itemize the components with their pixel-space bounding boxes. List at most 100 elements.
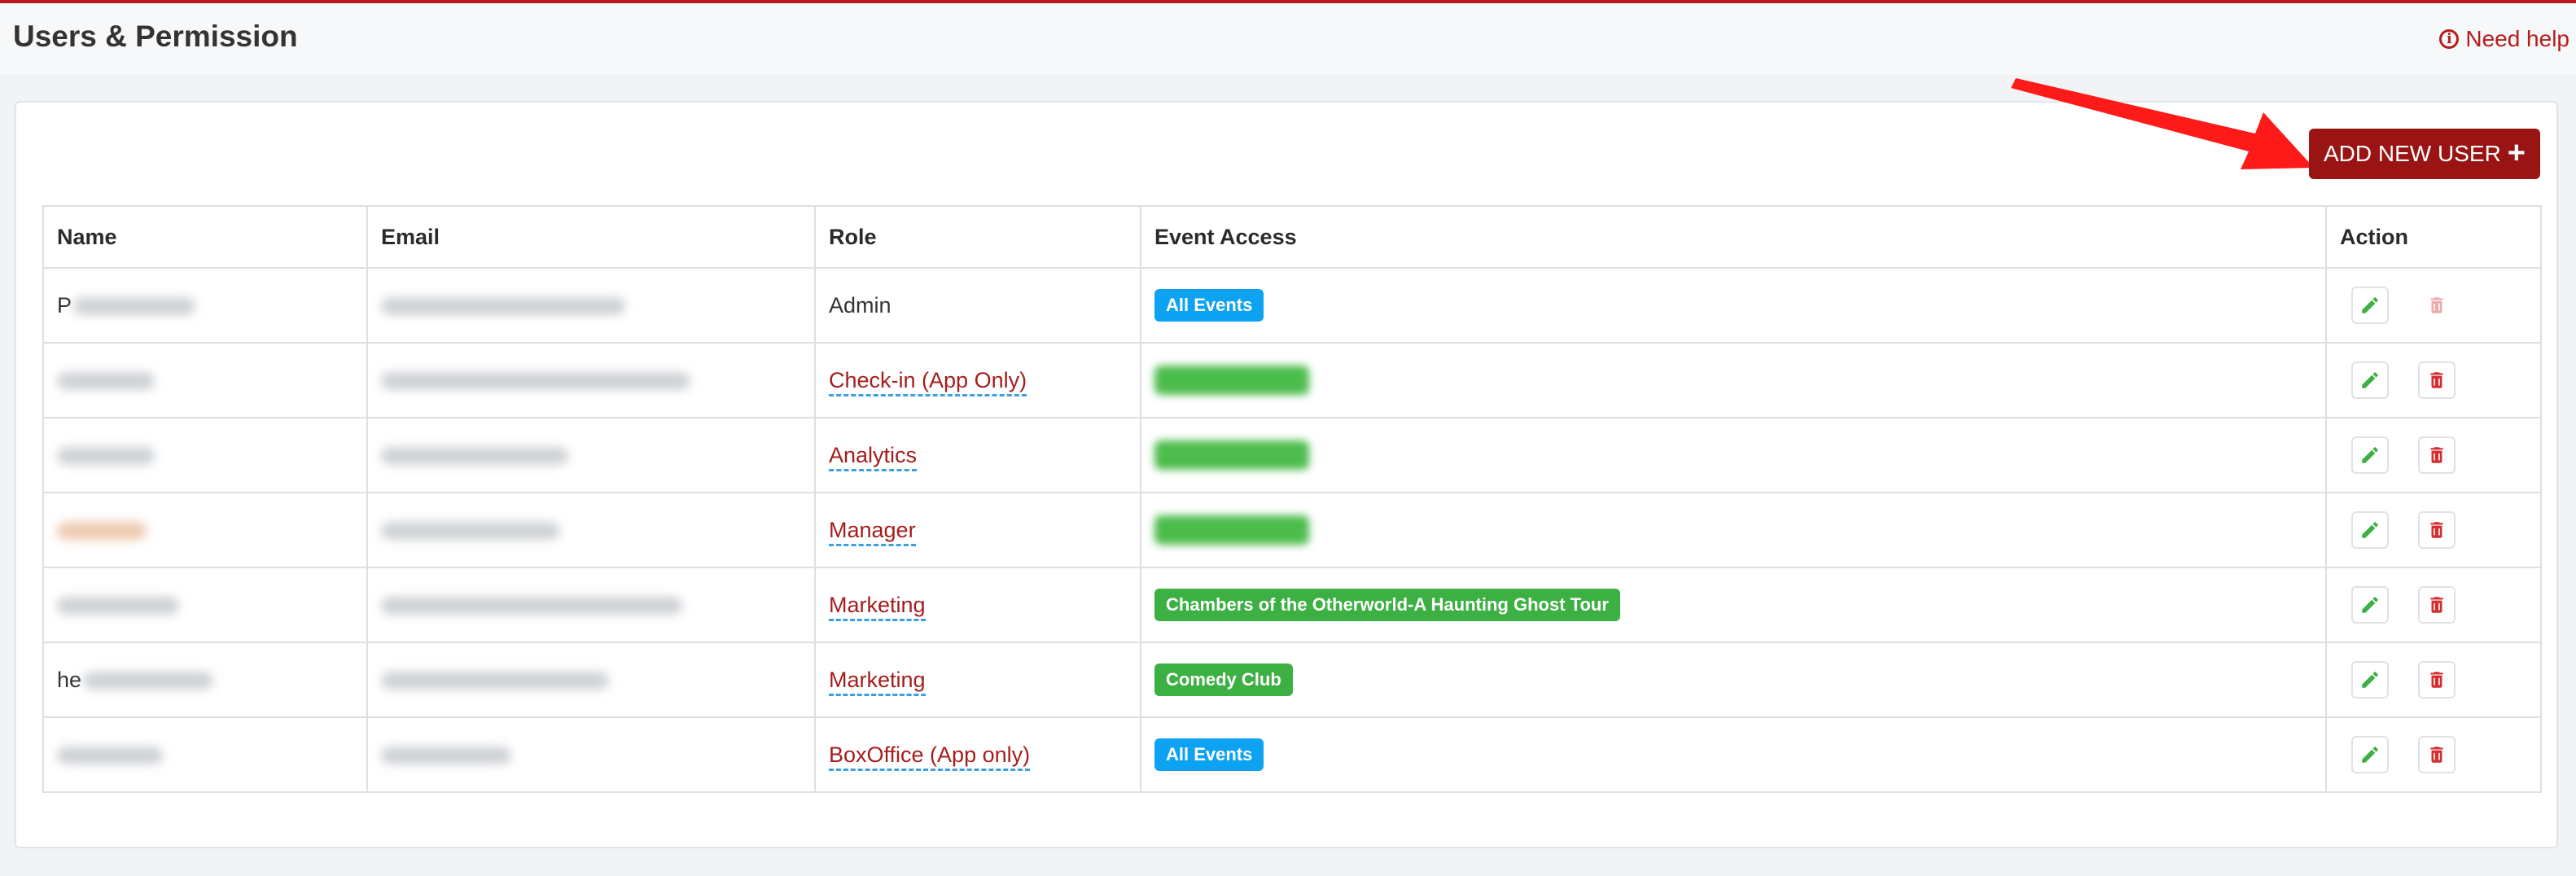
redacted-email [381,672,609,690]
redacted-name [57,597,179,615]
user-role-cell: Check-in (App Only) [814,342,1141,418]
redacted-email [381,372,690,391]
user-role-cell: Marketing [814,642,1141,718]
event-access-badge: Chambers of the Otherworld-A Haunting Gh… [1154,588,1620,622]
user-email-cell [366,267,816,344]
delete-button[interactable] [2417,361,2456,399]
need-help-label: Need help [2465,26,2569,51]
need-help-link[interactable]: i Need help [2439,26,2569,52]
user-email-cell [366,492,816,568]
event-access-cell: Comedy Club [1140,642,2327,718]
edit-button[interactable] [2351,511,2389,549]
event-access-cell: All Events [1140,716,2327,793]
trash-icon [2429,597,2443,613]
user-email-cell [366,567,816,643]
pencil-icon [2362,447,2378,463]
event-access-cell: All Events [1140,267,2327,344]
user-email-cell [366,716,816,793]
column-header-role: Role [814,205,1141,269]
role-link[interactable]: Marketing [829,667,926,696]
event-access-cell [1140,342,2327,418]
table-row: Check-in (App Only) [42,342,2542,418]
redacted-email [381,747,511,765]
column-header-event-access: Event Access [1140,205,2327,269]
redacted-email [381,297,625,316]
redacted-email [381,597,682,615]
user-name-visible: P [57,293,72,318]
edit-button[interactable] [2351,361,2389,399]
trash-icon [2429,522,2443,538]
redacted-email [381,447,568,466]
user-name-cell: he [42,642,368,718]
role-link[interactable]: Marketing [829,592,926,621]
page-header: Users & Permission i Need help [0,0,2576,75]
table-row: BoxOffice (App only) All Events [42,716,2542,793]
user-name-cell [42,716,368,793]
user-role-cell: BoxOffice (App only) [814,716,1141,793]
column-header-action: Action [2325,205,2542,269]
action-cell [2325,417,2542,493]
redacted-name [57,747,163,765]
edit-button[interactable] [2351,586,2389,624]
user-role-cell: Marketing [814,567,1141,643]
event-access-badge: All Events [1154,738,1264,772]
action-cell [2325,642,2542,718]
table-header-row: Name Email Role Event Access Action [42,205,2542,269]
column-header-email: Email [366,205,816,269]
event-access-cell [1140,417,2327,493]
action-cell [2325,267,2542,344]
users-table: Name Email Role Event Access Action P Ad… [42,205,2542,793]
edit-button[interactable] [2351,661,2389,699]
user-role-cell: Analytics [814,417,1141,493]
edit-button[interactable] [2351,287,2389,324]
event-access-cell [1140,492,2327,568]
role-link[interactable]: BoxOffice (App only) [829,742,1031,771]
role-link[interactable]: Check-in (App Only) [829,367,1027,396]
page-title: Users & Permission [13,20,298,53]
add-new-user-label: ADD NEW USER [2324,141,2501,166]
table-row: P Admin All Events [42,267,2542,344]
redacted-email [381,522,560,541]
redacted-name [57,372,155,391]
add-new-user-button[interactable]: ADD NEW USER + [2309,129,2540,179]
delete-button[interactable] [2417,586,2456,624]
table-row: Marketing Chambers of the Otherworld-A H… [42,567,2542,643]
edit-button[interactable] [2351,736,2389,773]
table-row: Analytics [42,417,2542,493]
plus-icon: + [2507,135,2526,170]
role-link[interactable]: Manager [829,517,916,546]
trash-icon [2429,672,2443,688]
delete-button[interactable] [2417,511,2456,549]
redacted-name [83,671,214,690]
user-name-visible: he [57,668,82,693]
pencil-icon [2362,747,2378,763]
user-name-cell: P [42,267,368,344]
user-role-cell: Admin [814,267,1141,344]
edit-button[interactable] [2351,436,2389,474]
trash-icon [2429,372,2443,388]
info-circle-icon: i [2439,29,2460,49]
redacted-event-badge [1154,515,1309,545]
user-name-cell [42,342,368,418]
table-row: he Marketing Comedy Club [42,642,2542,718]
delete-button-disabled [2417,287,2456,324]
pencil-icon [2362,297,2378,313]
role-label: Admin [829,292,892,318]
pencil-icon [2362,522,2378,538]
event-access-cell: Chambers of the Otherworld-A Haunting Gh… [1140,567,2327,643]
pencil-icon [2362,672,2378,688]
trash-icon [2429,297,2443,313]
user-role-cell: Manager [814,492,1141,568]
delete-button[interactable] [2417,736,2456,773]
delete-button[interactable] [2417,661,2456,699]
user-email-cell [366,642,816,718]
action-cell [2325,492,2542,568]
redacted-event-badge [1154,440,1309,470]
table-row: Manager [42,492,2542,568]
delete-button[interactable] [2417,436,2456,474]
user-name-cell [42,492,368,568]
role-link[interactable]: Analytics [829,442,918,471]
action-cell [2325,342,2542,418]
user-email-cell [366,342,816,418]
event-access-badge: All Events [1154,288,1264,322]
